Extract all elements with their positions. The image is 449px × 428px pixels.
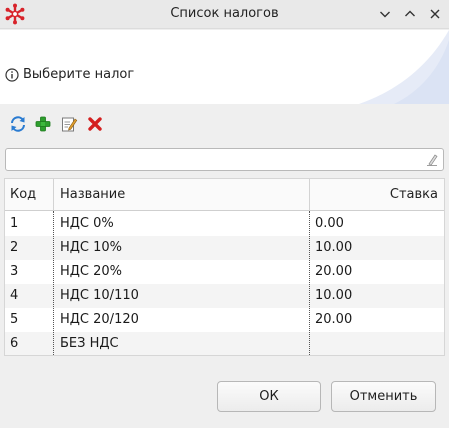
cell-rate: 10.00 xyxy=(315,288,353,303)
cell-code: 5 xyxy=(10,312,19,327)
cell-code: 3 xyxy=(10,264,19,279)
delete-button[interactable] xyxy=(85,114,105,134)
table-header: Код Название Ставка xyxy=(5,179,444,211)
hint-text: Выберите налог xyxy=(23,67,135,82)
cell-name: НДС 10% xyxy=(60,240,123,255)
maximize-button[interactable] xyxy=(400,4,420,24)
cell-name: НДС 20/120 xyxy=(60,312,139,327)
cell-rate: 0.00 xyxy=(315,216,344,231)
filter-input[interactable] xyxy=(6,149,416,170)
column-header-name[interactable]: Название xyxy=(60,179,125,211)
filter-field[interactable] xyxy=(5,148,444,171)
table-row[interactable]: 4 НДС 10/110 10.00 xyxy=(5,284,444,308)
add-icon xyxy=(35,116,51,132)
refresh-button[interactable] xyxy=(8,114,28,134)
delete-icon xyxy=(88,117,102,131)
cell-code: 1 xyxy=(10,216,19,231)
table-row[interactable]: 3 НДС 20% 20.00 xyxy=(5,260,444,284)
edit-button[interactable] xyxy=(59,114,79,134)
refresh-icon xyxy=(11,116,25,132)
banner-decoration xyxy=(359,30,449,104)
close-button[interactable] xyxy=(425,4,445,24)
title-bar: Список налогов xyxy=(0,0,449,29)
cell-name: НДС 20% xyxy=(60,264,123,279)
add-button[interactable] xyxy=(33,114,53,134)
ok-button[interactable]: ОК xyxy=(217,381,321,412)
cell-code: 6 xyxy=(10,336,19,351)
tax-table: Код Название Ставка 1 НДС 0% 0.00 2 НДС … xyxy=(4,178,445,356)
table-row[interactable]: 2 НДС 10% 10.00 xyxy=(5,236,444,260)
column-divider xyxy=(53,179,54,211)
cell-code: 2 xyxy=(10,240,19,255)
cell-name: НДС 10/110 xyxy=(60,288,139,303)
column-header-rate[interactable]: Ставка xyxy=(310,179,438,211)
toolbar xyxy=(0,104,449,144)
column-grid-line xyxy=(53,211,54,355)
cell-name: НДС 0% xyxy=(60,216,114,231)
clear-icon xyxy=(427,154,438,166)
info-icon xyxy=(5,67,19,82)
table-row[interactable]: 1 НДС 0% 0.00 xyxy=(5,212,444,236)
chevron-down-icon xyxy=(380,11,390,18)
close-icon xyxy=(430,9,440,19)
column-header-code[interactable]: Код xyxy=(10,179,36,211)
minimize-button[interactable] xyxy=(375,4,395,24)
chevron-up-icon xyxy=(405,10,415,17)
header-banner: Выберите налог xyxy=(0,30,449,104)
table-row[interactable]: 5 НДС 20/120 20.00 xyxy=(5,308,444,332)
cell-rate: 20.00 xyxy=(315,264,353,279)
cell-rate: 20.00 xyxy=(315,312,353,327)
cell-name: БЕЗ НДС xyxy=(60,336,119,351)
column-grid-line xyxy=(309,211,310,355)
clear-filter-button[interactable] xyxy=(426,153,438,170)
table-row[interactable]: 6 БЕЗ НДС xyxy=(5,332,444,355)
cancel-button[interactable]: Отменить xyxy=(331,381,436,412)
cell-rate: 10.00 xyxy=(315,240,353,255)
cell-code: 4 xyxy=(10,288,19,303)
hint-row: Выберите налог xyxy=(5,67,134,82)
edit-icon xyxy=(62,117,78,132)
